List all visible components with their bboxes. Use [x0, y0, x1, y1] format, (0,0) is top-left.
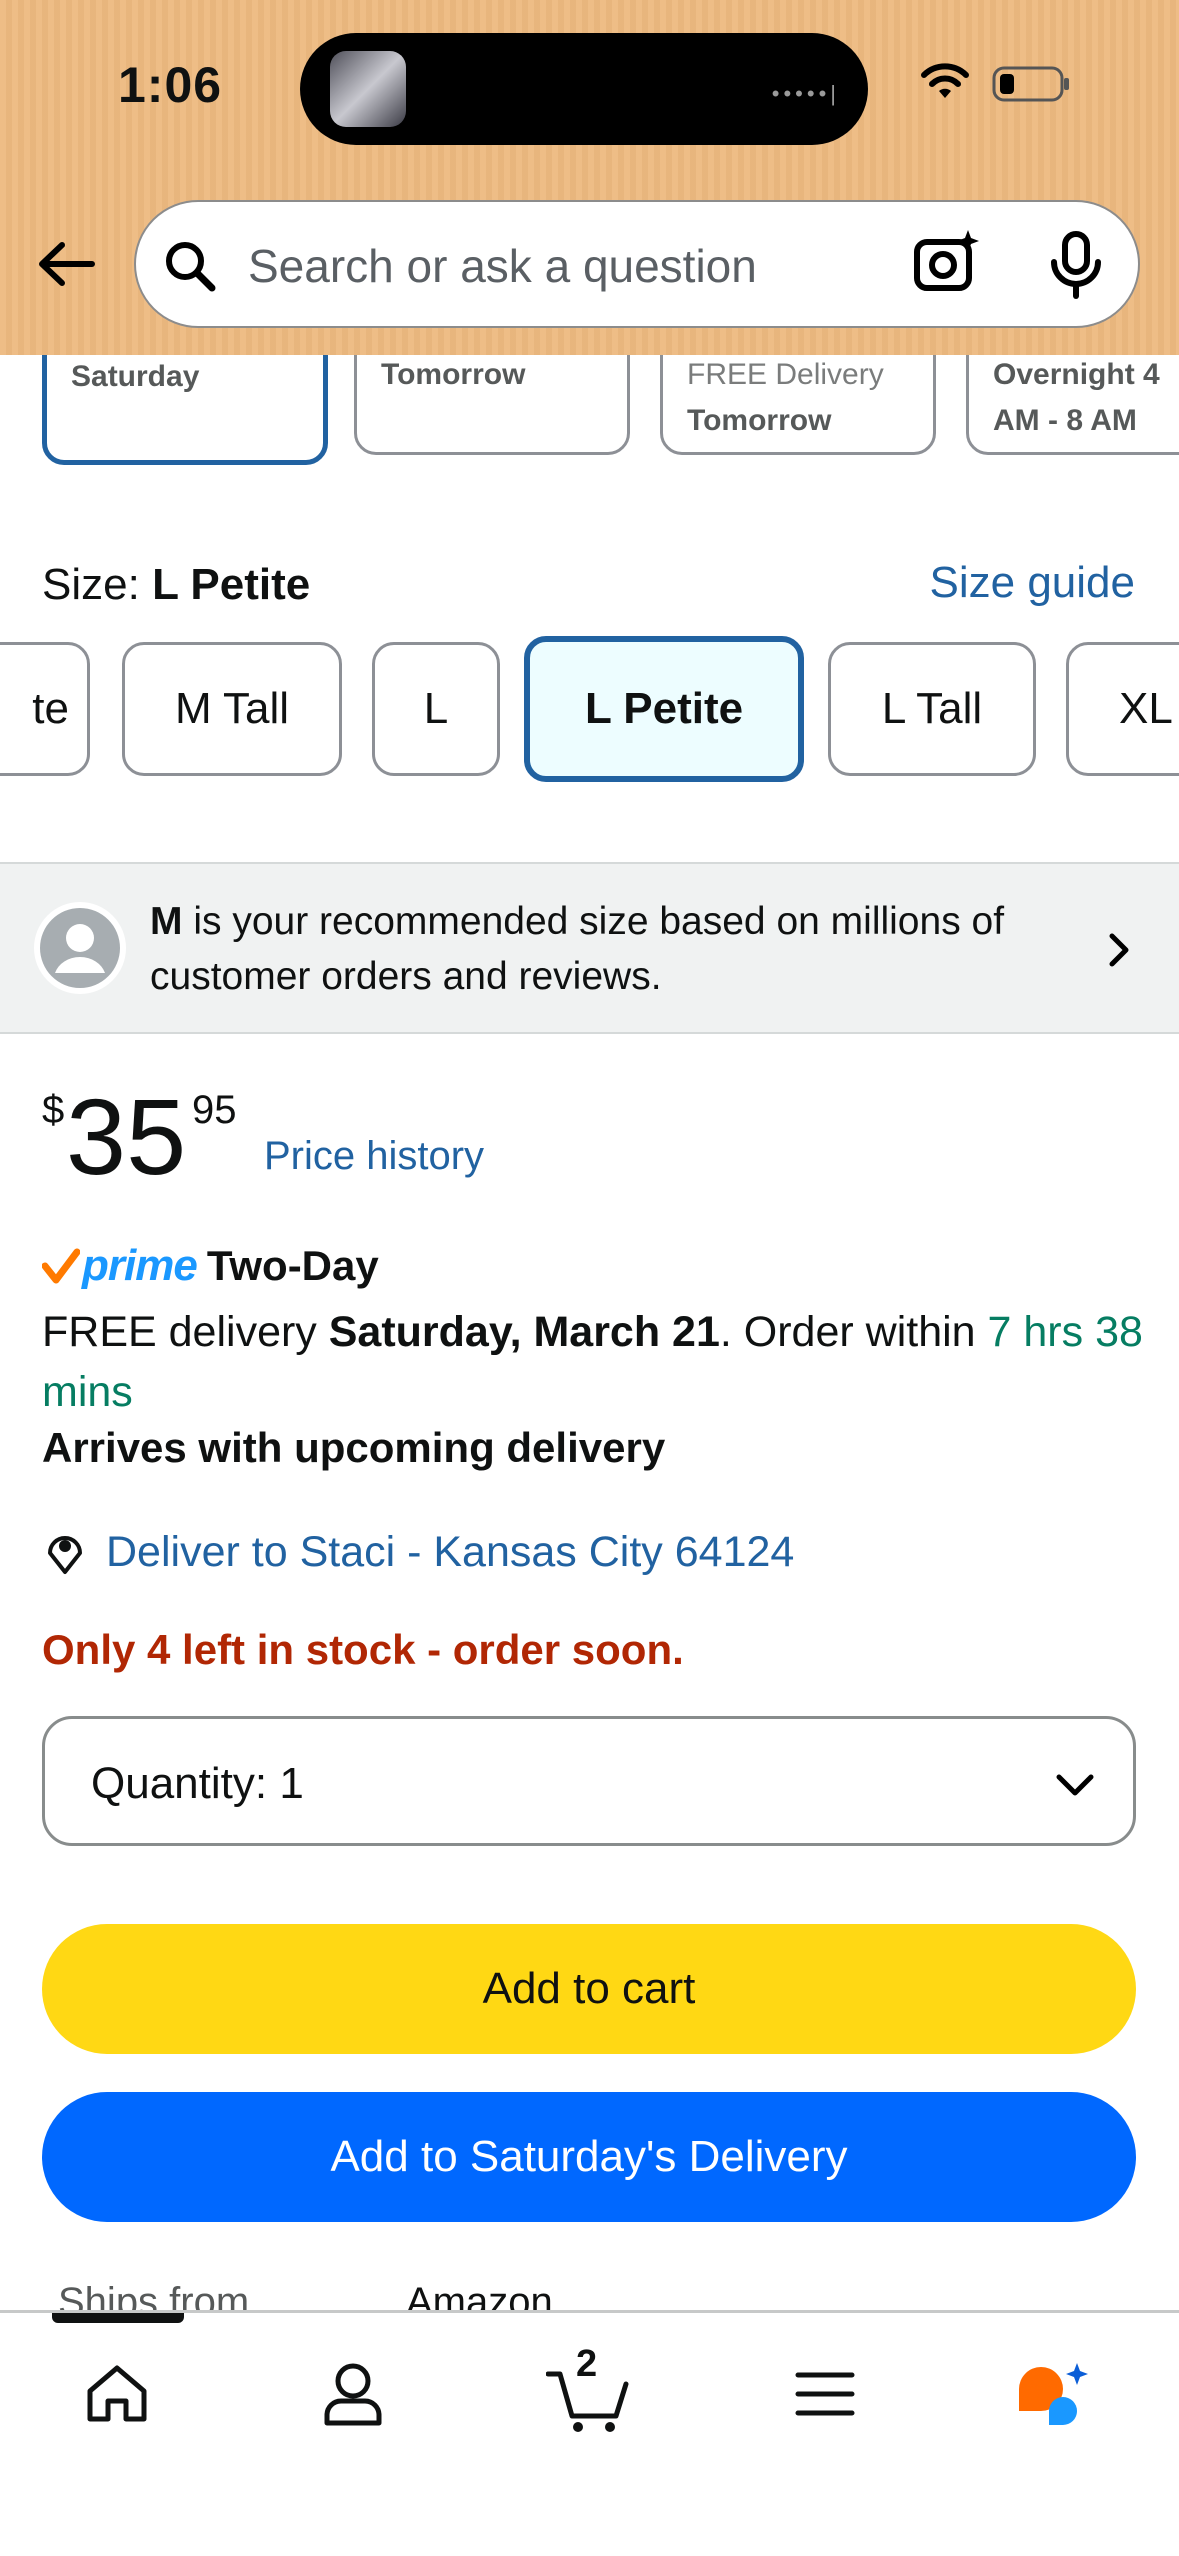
delivery-option-saturday[interactable]: Saturday: [42, 355, 328, 465]
size-option[interactable]: te: [0, 642, 90, 776]
prime-speed: Two-Day: [206, 1242, 379, 1289]
delivery-option-line2: AM - 8 AM: [993, 404, 1137, 437]
size-guide-link[interactable]: Size guide: [930, 558, 1135, 608]
cart-count-badge: 2: [576, 2343, 598, 2385]
size-options-row: te M Tall L L Petite L Tall XL: [0, 636, 1179, 782]
delivery-option-line1: FREE Delivery: [687, 358, 884, 391]
menu-icon: [795, 2372, 855, 2416]
now-playing-thumbnail: [330, 51, 406, 127]
delivery-option-tomorrow[interactable]: Tomorrow: [354, 355, 630, 455]
camera-lens-icon[interactable]: [912, 228, 982, 298]
add-to-saturday-delivery-button[interactable]: Add to Saturday's Delivery: [42, 2092, 1136, 2222]
back-button[interactable]: [32, 230, 100, 298]
size-label: Size:: [42, 560, 140, 609]
status-time: 1:06: [118, 57, 223, 113]
audio-wave-icon: •••••|: [771, 81, 840, 106]
size-option-l[interactable]: L: [372, 642, 500, 776]
header: 1:06 •••••|: [0, 0, 1179, 355]
delivery-option-free-tomorrow[interactable]: FREE Delivery Tomorrow: [660, 355, 936, 455]
search-icon: [166, 242, 216, 292]
nav-rufus-assistant[interactable]: [1010, 2349, 1100, 2439]
prime-check-icon: [42, 1248, 80, 1284]
back-arrow-icon: [39, 242, 95, 286]
nav-home[interactable]: [72, 2349, 162, 2439]
nav-menu[interactable]: [780, 2349, 870, 2439]
delivery-option-overnight[interactable]: Overnight 4 AM - 8 AM: [966, 355, 1179, 455]
wifi-icon: [921, 63, 969, 98]
price-currency: $: [42, 1088, 65, 1132]
recommended-size: M: [150, 900, 183, 943]
active-tab-indicator: [52, 2313, 184, 2323]
deliver-to-row[interactable]: Deliver to Staci - Kansas City 64124: [42, 1520, 794, 1584]
stock-warning: Only 4 left in stock - order soon.: [42, 1626, 684, 1673]
nav-cart[interactable]: 2: [544, 2343, 634, 2439]
delivery-option-line2: Tomorrow: [381, 358, 526, 391]
size-heading: Size: L Petite: [42, 560, 310, 610]
size-option-l-petite[interactable]: L Petite: [524, 636, 804, 782]
delivery-date: Saturday, March 21: [328, 1308, 720, 1356]
nav-account[interactable]: [308, 2349, 398, 2439]
recommendation-message: is your recommended size based on millio…: [150, 900, 1005, 998]
arrives-with-upcoming: Arrives with upcoming delivery: [42, 1424, 666, 1471]
delivery-option-line2: Saturday: [71, 360, 200, 393]
quantity-label-text: Quantity:: [91, 1759, 268, 1808]
deliver-to-link[interactable]: Deliver to Staci - Kansas City 64124: [106, 1528, 794, 1577]
order-within-text: . Order within: [719, 1308, 988, 1356]
add-to-cart-button[interactable]: Add to cart: [42, 1924, 1136, 2054]
size-selected-value: L Petite: [152, 560, 311, 609]
dynamic-island[interactable]: •••••|: [300, 33, 868, 145]
prime-logo: prime: [82, 1241, 198, 1290]
battery-icon: [992, 66, 1069, 102]
chevron-right-icon: [1109, 933, 1129, 967]
price-fraction: 95: [192, 1088, 237, 1132]
price-whole: 35: [66, 1076, 187, 1197]
prime-badge: prime Two-Day: [42, 1236, 379, 1296]
quantity-select[interactable]: Quantity: 1: [42, 1716, 1136, 1846]
user-avatar-icon: [40, 908, 120, 988]
quantity-label: Quantity: 1: [91, 1759, 304, 1809]
delivery-option-line1: Overnight 4: [993, 358, 1160, 391]
microphone-icon[interactable]: [1046, 230, 1106, 300]
recommendation-text: M is your recommended size based on mill…: [150, 894, 1070, 1004]
size-option-l-tall[interactable]: L Tall: [828, 642, 1036, 776]
delivery-option-line2: Tomorrow: [687, 404, 832, 437]
size-recommendation-banner[interactable]: M is your recommended size based on mill…: [0, 862, 1179, 1034]
avatar: [34, 902, 126, 994]
delivery-estimate: FREE delivery Saturday, March 21. Order …: [42, 1302, 1152, 1422]
price-history-link[interactable]: Price history: [264, 1134, 484, 1179]
ai-assistant-icon: [1019, 2363, 1088, 2425]
quantity-value: 1: [279, 1759, 304, 1808]
bottom-nav: 2: [0, 2310, 1179, 2556]
search-bar[interactable]: [134, 200, 1140, 328]
location-pin-icon: [48, 1536, 82, 1574]
delivery-prefix: FREE delivery: [42, 1308, 329, 1356]
size-option-m-tall[interactable]: M Tall: [122, 642, 342, 776]
home-icon: [87, 2365, 147, 2422]
search-input[interactable]: [248, 230, 908, 302]
delivery-options-row: Saturday Tomorrow FREE Delivery Tomorrow…: [0, 355, 1179, 465]
size-option-xl[interactable]: XL: [1066, 642, 1179, 776]
chevron-down-icon: [1056, 1774, 1094, 1796]
user-icon: [324, 2363, 382, 2426]
